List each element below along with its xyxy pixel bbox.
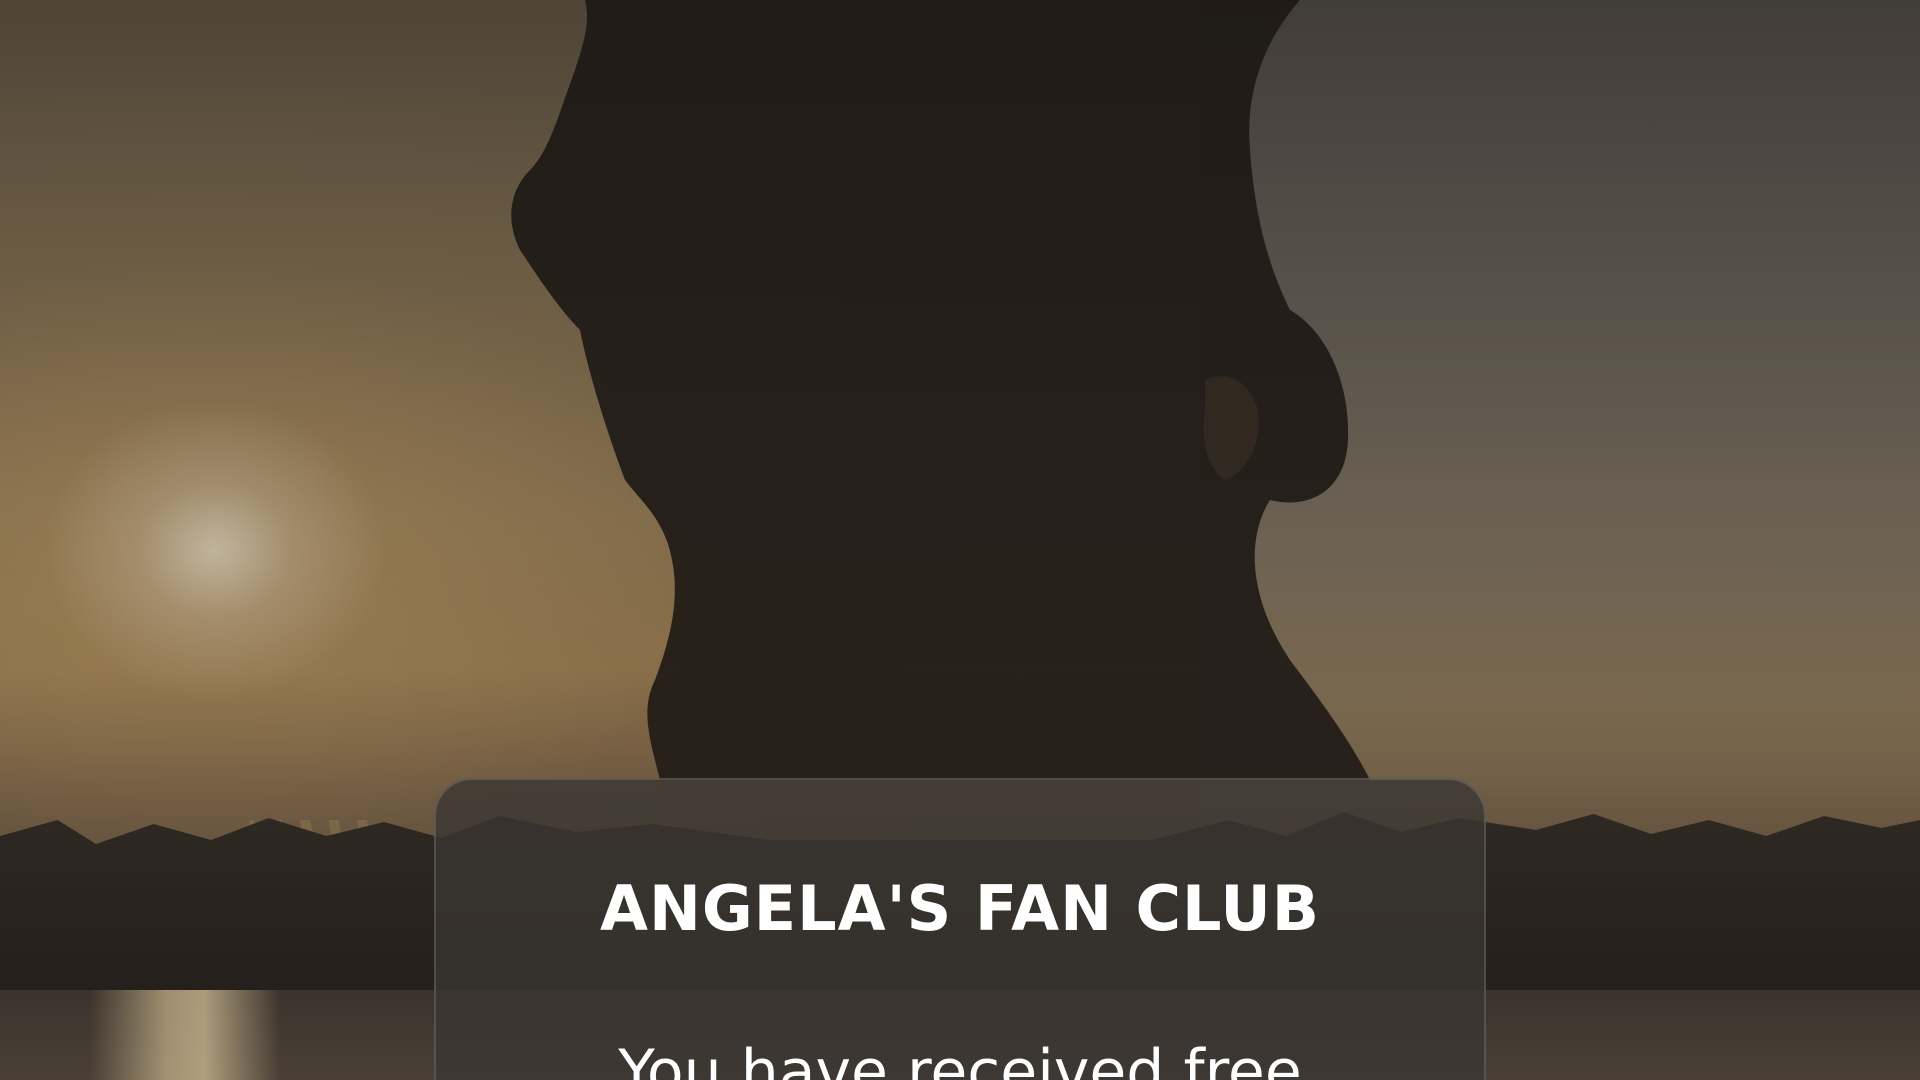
fan-club-card: ANGELA'S FAN CLUB You have received free bbox=[434, 778, 1486, 1080]
card-title: ANGELA'S FAN CLUB bbox=[600, 872, 1320, 945]
background-photo: ANGELA'S FAN CLUB You have received free bbox=[0, 0, 1920, 1080]
card-message: You have received free bbox=[618, 1037, 1302, 1080]
